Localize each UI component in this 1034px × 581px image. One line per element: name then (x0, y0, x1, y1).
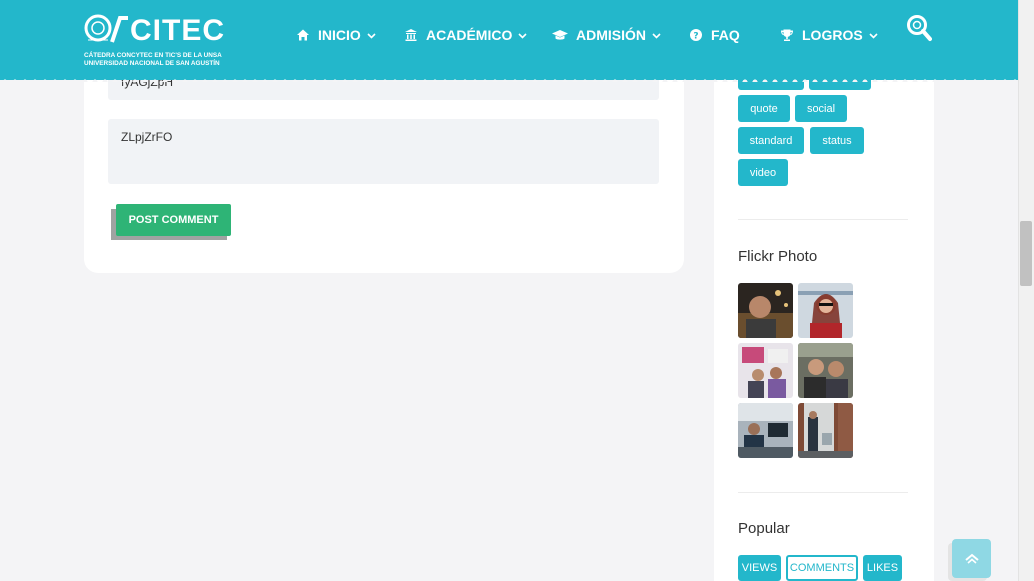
tag-video[interactable]: video (738, 159, 788, 186)
nav-label: LOGROS (802, 27, 863, 43)
photo-thumbnail (798, 403, 853, 458)
chevron-up-icon (964, 553, 979, 564)
page-scrollbar-thumb[interactable] (1020, 221, 1032, 286)
post-comment-button[interactable]: POST COMMENT (116, 204, 231, 236)
flickr-photo[interactable] (798, 283, 853, 338)
tag-standard[interactable]: standard (738, 127, 804, 154)
nav-item-admision[interactable]: ADMISIÓN (552, 24, 661, 46)
page-scrollbar-track[interactable] (1018, 0, 1034, 581)
flickr-photo[interactable] (798, 403, 853, 458)
logo-subtitle-line-1: CÁTEDRA CONCYTEC EN TIC'S DE LA UNSA (84, 52, 222, 59)
search-icon[interactable] (906, 14, 932, 42)
logo-wordmark: CITEC (130, 14, 225, 47)
comment-textarea[interactable]: ZLpjZrFO (108, 119, 659, 184)
nav-item-academico[interactable]: ACADÉMICO (404, 24, 527, 46)
chevron-down-icon (518, 32, 527, 39)
graduation-cap-icon (552, 30, 568, 40)
flickr-widget-title: Flickr Photo (738, 248, 818, 265)
photo-thumbnail (798, 343, 853, 398)
flickr-photo[interactable] (798, 343, 853, 398)
photo-thumbnail (738, 343, 793, 398)
nav-label: ACADÉMICO (426, 27, 513, 43)
chevron-down-icon (652, 32, 661, 39)
university-icon (405, 29, 417, 41)
citec-logo[interactable]: CITEC CÁTEDRA CONCYTEC EN TIC'S DE LA UN… (84, 12, 244, 72)
flickr-photo[interactable] (738, 403, 793, 458)
chevron-down-icon (869, 32, 878, 39)
header-scalloped-edge (0, 76, 1018, 82)
nav-item-faq[interactable]: ? FAQ (689, 24, 740, 46)
trophy-icon (781, 29, 793, 41)
tag-quote[interactable]: quote (738, 95, 790, 122)
nav-item-inicio[interactable]: INICIO (296, 24, 376, 46)
svg-text:?: ? (693, 32, 698, 42)
logo-mark-icon (84, 14, 128, 43)
nav-label: INICIO (318, 27, 361, 43)
nav-item-logros[interactable]: LOGROS (780, 24, 878, 46)
logo-subtitle-line-2: UNIVERSIDAD NACIONAL DE SAN AGUSTÍN (84, 60, 220, 67)
chevron-down-icon (367, 32, 376, 39)
tab-views[interactable]: VIEWS (738, 555, 781, 581)
tag-status[interactable]: status (810, 127, 864, 154)
question-circle-icon: ? (690, 29, 702, 42)
flickr-photo[interactable] (738, 283, 793, 338)
home-icon (297, 29, 309, 41)
field-value: ZLpjZrFO (121, 130, 173, 144)
site-header: CITEC CÁTEDRA CONCYTEC EN TIC'S DE LA UN… (0, 0, 1018, 80)
popular-widget-title: Popular (738, 520, 790, 537)
sidebar-divider (738, 219, 908, 220)
tab-likes[interactable]: LIKES (863, 555, 902, 581)
nav-label: FAQ (711, 27, 740, 43)
sidebar-divider (738, 492, 908, 493)
photo-thumbnail (798, 283, 853, 338)
tab-comments[interactable]: COMMENTS (786, 555, 858, 581)
logo-subtitle: CÁTEDRA CONCYTEC EN TIC'S DE LA UNSA UNI… (84, 52, 222, 68)
photo-thumbnail (738, 403, 793, 458)
back-to-top-button[interactable] (952, 539, 991, 578)
nav-label: ADMISIÓN (576, 27, 646, 43)
flickr-photo[interactable] (738, 343, 793, 398)
photo-thumbnail (738, 283, 793, 338)
tag-social[interactable]: social (795, 95, 847, 122)
